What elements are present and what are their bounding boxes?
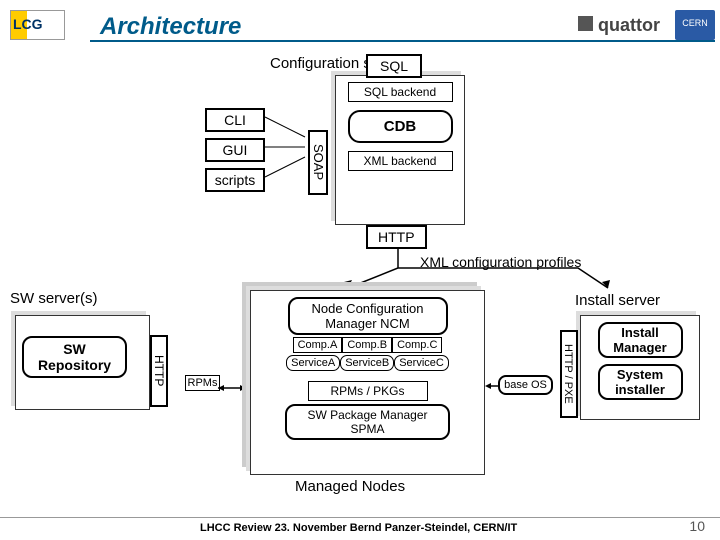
cern-logo: CERN	[675, 10, 715, 40]
comp-b: Comp.B	[342, 337, 392, 353]
sw-server-box: SW Repository	[15, 315, 150, 410]
sql-tab: SQL	[366, 54, 422, 78]
sw-servers-label: SW server(s)	[10, 290, 98, 307]
arrow-cli	[265, 112, 310, 122]
system-installer: System installer	[598, 364, 683, 400]
arrow-rpms	[218, 384, 253, 392]
footer-rule	[0, 517, 720, 518]
header-rule	[90, 40, 715, 42]
arrow-baseos-left	[485, 382, 500, 390]
comp-c: Comp.C	[392, 337, 442, 353]
sw-repository: SW Repository	[22, 336, 127, 378]
rpms-pkgs: RPMs / PKGs	[308, 381, 428, 401]
install-server-label: Install server	[575, 292, 660, 309]
arrow-xml	[398, 248, 598, 293]
managed-nodes-box: Node Configuration Manager NCM Comp.A Co…	[250, 290, 485, 475]
xml-backend: XML backend	[348, 151, 453, 171]
gui-box: GUI	[205, 138, 265, 162]
install-server-box: Install Manager System installer	[580, 315, 700, 420]
scripts-box: scripts	[205, 168, 265, 192]
comp-a: Comp.A	[293, 337, 343, 353]
quattor-logo: quattor	[578, 15, 660, 36]
page-number: 10	[689, 518, 705, 534]
http-vertical: HTTP	[150, 335, 168, 407]
footer-text: LHCC Review 23. November Bernd Panzer-St…	[200, 522, 517, 534]
service-b: ServiceB	[340, 355, 394, 371]
service-c: ServiceC	[394, 355, 449, 371]
service-a: ServiceA	[286, 355, 340, 371]
rpms-label: RPMs	[185, 375, 220, 391]
http-tab: HTTP	[366, 225, 427, 249]
config-server-box: SQL SQL backend CDB XML backend HTTP	[335, 75, 465, 225]
sql-backend: SQL backend	[348, 82, 453, 102]
http-pxe: HTTP / PXE	[560, 330, 578, 418]
managed-nodes-label: Managed Nodes	[295, 478, 405, 495]
cli-box: CLI	[205, 108, 265, 132]
slide-title: Architecture	[100, 13, 241, 41]
lcg-logo: LCG	[10, 10, 65, 40]
cdb: CDB	[348, 110, 453, 143]
soap-box: SOAP	[308, 130, 328, 195]
ncm: Node Configuration Manager NCM	[288, 297, 448, 335]
arrow-gui	[265, 142, 310, 152]
install-manager: Install Manager	[598, 322, 683, 358]
arrow-scripts	[265, 172, 310, 182]
base-os: base OS	[498, 375, 553, 395]
spma: SW Package Manager SPMA	[285, 404, 450, 440]
